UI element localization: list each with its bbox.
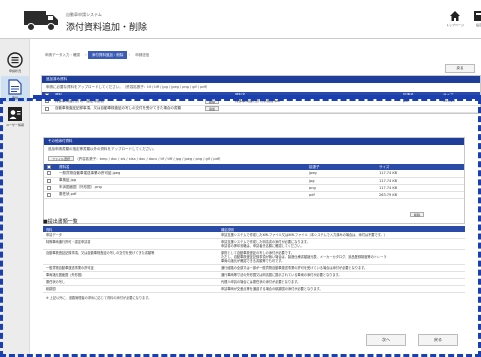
document-name: 一般貨物自動車運送事業の許可証 [43,264,218,272]
description-line: 申請車両が交差点等を通過する場合の軌跡図の添付が必要となります。 [221,287,323,291]
file-extension: pdf [306,191,376,199]
description-line: 申請支援システムで作成したXMLファイル又はXMLファイル（本システムで入力済み… [221,233,387,237]
truck-logo-icon [24,11,58,31]
panel-header: その他添付資料 [44,138,464,145]
row-checkbox[interactable] [47,178,51,183]
description-line: 通行経路の全部又は一部が一般貨物自動車運送事業の許可を受けている場合は添付が必要… [221,266,368,270]
file-size: 117.74 KB [376,170,464,178]
sidebar-item-label: 申請状況 [8,69,21,73]
file-size: 263.79 KB [376,191,464,199]
file-extension: png [306,184,376,192]
document-list-table: 資料 補足説明 申請データ 申請支援システムで作成したXMLファイル又はXMLフ… [43,226,465,293]
document-icon [8,79,22,95]
delete-selected-button[interactable]: 削除 [409,211,424,217]
page-title: 添付資料追加・削除 [66,23,148,33]
chevron-right-icon: › [128,52,131,57]
file-name: 委任状.pdf [56,191,306,199]
document-list-title: ■提出書類一覧 [43,219,78,225]
file-size: 117.74 KB [376,184,464,192]
step-input: 申請データ入力・確認 [45,53,80,57]
table-row: 一般貨物自動車運送事業の許可証.jpeg jpeg 117.74 KB [44,170,464,178]
file-name: 車検証.jpg [56,177,306,185]
other-attachments-panel: その他添付資料 追加申請書類の指定等書類以外の資料をアップロードしてください。 … [43,137,465,224]
document-name: 自動車検査証記録事項、又は自動車検査証の写しの交付を受けてきた書類等 [43,249,218,265]
chevron-right-icon: › [85,52,87,57]
table-row: 一般貨物自動車運送事業の許可証 通行経路の全部又は一部が一般貨物自動車運送事業の… [43,264,465,272]
other-attachments-table: 資料名 拡張子 サイズ 一般貨物自動車運送事業の許可証.jpeg jpeg 11… [44,164,464,199]
description-line: 通行車両等寸法の外形図又は申請図に図示されている車両の添付が必要となります。 [221,273,342,277]
table-row: 軌跡図 申請車両が交差点等を通過する場合の軌跡図の添付が必要となります。 [43,285,465,293]
file-extension: jpg [306,177,376,185]
settings-label: 設定 [475,23,481,27]
row-checkbox[interactable] [47,171,51,176]
row-checkbox[interactable] [47,192,51,197]
app-header: 自動車申請システム 添付資料追加・削除 トップページ 設定 [0,0,481,38]
document-name: 軌跡図 [43,285,218,293]
next-button[interactable]: 次へ [366,334,406,346]
panel-header: 追加済み資料 [42,76,480,83]
row-checkbox[interactable] [47,185,51,190]
panel-note: 申請に必要な資料をアップロードしてください。（許容拡張子：tif / tiff … [46,85,210,89]
description-line: 申請書の押印省略は、申請者氏名欄に確認してください。 [221,244,304,248]
table-row: 車両諸元図面図（外形図） 通行車両等寸法の外形図又は申請図に図示されている車両の… [43,271,465,279]
panel-note: 追加申請書類の指定等書類以外の資料をアップロードしてください。 [48,147,157,151]
file-size: 117.74 KB [376,177,464,185]
file-extension: jpeg [306,170,376,178]
settings-icon [474,11,481,21]
top-page-button[interactable]: トップページ [444,10,466,34]
step-submit: 申請送信 [135,53,150,57]
select-all-checkbox[interactable] [47,165,51,169]
table-row: 自動車検査証記録事項、又は自動車検査証の写しの交付を受けてきた書類等 原則として… [43,249,465,265]
document-list-panel: 資料 補足説明 申請データ 申請支援システムで作成したXMLファイル又はXMLフ… [43,226,465,302]
list-icon [7,52,23,68]
description-line: 車両の諸元が確認できる書類等でも可です。 [221,259,285,263]
description-line: 代理人申請の場合には委任状の添付が必要となります。 [221,280,301,284]
table-row: 委任状.pdf pdf 263.79 KB [44,191,464,199]
table-row: 车诉図面図（外形図）.png png 117.74 KB [44,184,464,192]
settings-button[interactable]: 設定 [468,10,481,34]
file-name: 车诉図面図（外形図）.png [56,184,306,192]
document-name: 委任状の写し [43,278,218,286]
back-button-top[interactable]: 戻る [445,64,475,73]
table-row: 委任状の写し 代理人申請の場合には委任状の添付が必要となります。 [43,278,465,286]
home-icon [450,11,460,21]
step-attachments: 添付資料追加・削除 [87,51,128,59]
top-page-label: トップページ [446,23,464,27]
document-name: 車両諸元図面図（外形図） [43,271,218,279]
file-name: 一般貨物自動車運送事業の許可証.jpeg [56,170,306,178]
table-row: 車検証.jpg jpg 117.74 KB [44,177,464,185]
back-button[interactable]: 戻る [418,334,458,346]
step-indicator: 申請データ入力・確認 › 添付資料追加・削除 › 申請送信 [41,51,153,59]
file-select-button[interactable]: ファイル選択 [48,156,75,161]
table-row: 特殊車両通行許可・認定申請書 申請支援システムで作成した申請書の添付が必要になり… [43,238,465,250]
document-name: 特殊車両通行許可・認定申請書 [43,238,218,250]
app-subtitle: 自動車申請システム [66,12,102,17]
allowed-extensions: （許容拡張子：bmp / dxc / xls / xlsx / doc / do… [75,157,223,161]
document-list-footnote: ※ 上記以外に、道路管理者の求めに応じて資料の添付が必要になります。 [46,296,152,300]
sidebar-item-status[interactable]: 申請状況 [1,49,29,75]
